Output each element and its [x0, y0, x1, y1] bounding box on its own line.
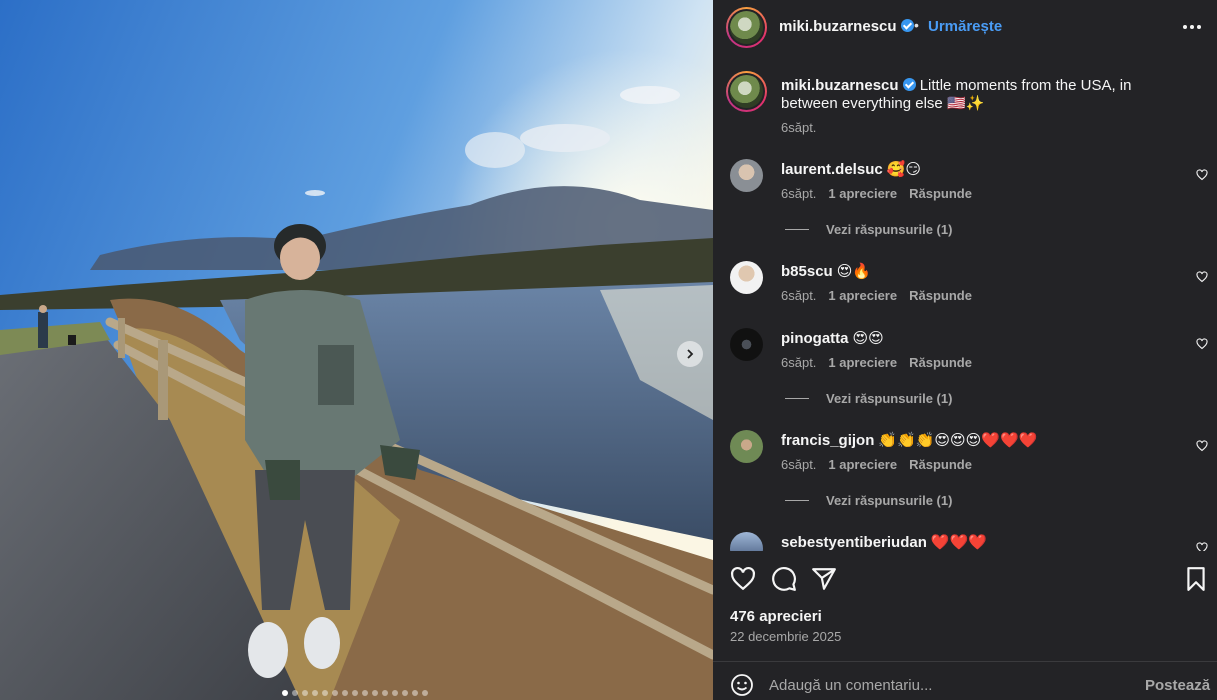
- heart-icon[interactable]: [1196, 440, 1208, 452]
- carousel-dot: [292, 690, 298, 696]
- view-replies-button[interactable]: Vezi răspunsurile (1): [785, 493, 952, 508]
- reply-button[interactable]: Răspunde: [909, 355, 972, 370]
- view-replies-button[interactable]: Vezi răspunsurile (1): [785, 391, 952, 406]
- comment-text: b85scu 😍🔥: [781, 263, 872, 280]
- comment-avatar[interactable]: [730, 430, 763, 463]
- carousel-dot: [282, 690, 288, 696]
- comment-icon[interactable]: [771, 566, 797, 592]
- carousel-dot: [312, 690, 318, 696]
- post-header: miki.buzarnescu • Urmărește: [713, 0, 1217, 54]
- carousel-dot: [372, 690, 378, 696]
- comment-username[interactable]: pinogatta: [781, 330, 849, 347]
- likes-count[interactable]: 476 aprecieri: [730, 608, 822, 625]
- view-replies-button[interactable]: Vezi răspunsurile (1): [785, 222, 952, 237]
- caption-username[interactable]: miki.buzarnescu: [781, 77, 916, 94]
- heart-icon[interactable]: [1196, 271, 1208, 283]
- bookmark-icon[interactable]: [1183, 566, 1209, 592]
- post-actions: 476 aprecieri 22 decembrie 2025: [713, 551, 1217, 661]
- comment-meta: 6săpt. 1 apreciere Răspunde: [781, 288, 972, 303]
- carousel-dot: [402, 690, 408, 696]
- carousel-dot: [352, 690, 358, 696]
- reply-button[interactable]: Răspunde: [909, 288, 972, 303]
- author-avatar[interactable]: [726, 7, 767, 48]
- comment-meta: 6săpt. 1 apreciere Răspunde: [781, 186, 972, 201]
- comment-text: francis_gijon 👏👏👏😍😍😍❤️❤️❤️: [781, 432, 1038, 449]
- follow-button[interactable]: Urmărește: [928, 18, 1002, 35]
- comment-time: 6săpt.: [781, 288, 817, 303]
- comment-likes[interactable]: 1 apreciere: [828, 186, 897, 201]
- more-options-icon[interactable]: [1183, 12, 1201, 35]
- carousel-dot: [392, 690, 398, 696]
- comment-meta: 6săpt. 1 apreciere Răspunde: [781, 355, 972, 370]
- comment-avatar[interactable]: [730, 532, 763, 551]
- comment-meta: 6săpt. 1 apreciere Răspunde: [781, 457, 972, 472]
- caption: miki.buzarnescu Little moments from the …: [781, 77, 1191, 113]
- comment-time: 6săpt.: [781, 186, 817, 201]
- comment-likes[interactable]: 1 apreciere: [828, 355, 897, 370]
- author-username[interactable]: miki.buzarnescu: [779, 18, 914, 35]
- send-icon[interactable]: [811, 566, 837, 592]
- header-separator: •: [914, 17, 919, 33]
- verified-icon: [900, 19, 914, 32]
- comments-list[interactable]: miki.buzarnescu Little moments from the …: [713, 54, 1217, 551]
- comment-text: sebestyentiberiudan ❤️❤️❤️: [781, 534, 987, 551]
- carousel-dot: [422, 690, 428, 696]
- comment-composer: Postează: [713, 661, 1217, 700]
- carousel-dot: [342, 690, 348, 696]
- carousel-dot: [332, 690, 338, 696]
- heart-icon[interactable]: [1196, 169, 1208, 181]
- comment-username[interactable]: laurent.delsuc: [781, 161, 883, 178]
- comment-likes[interactable]: 1 apreciere: [828, 457, 897, 472]
- comment-avatar[interactable]: [730, 159, 763, 192]
- comment-username[interactable]: francis_gijon: [781, 432, 874, 449]
- caption-time: 6săpt.: [781, 120, 817, 135]
- post-side-panel: miki.buzarnescu • Urmărește miki.buzarne…: [713, 0, 1217, 700]
- photo-scene: [0, 0, 713, 700]
- next-slide-button[interactable]: [677, 341, 703, 367]
- heart-icon[interactable]: [1196, 542, 1208, 551]
- comment-username[interactable]: b85scu: [781, 263, 833, 280]
- comment-likes[interactable]: 1 apreciere: [828, 288, 897, 303]
- carousel-dot: [412, 690, 418, 696]
- post-date: 22 decembrie 2025: [730, 629, 842, 644]
- comment-text: pinogatta 😍😍: [781, 330, 884, 347]
- comment-username[interactable]: sebestyentiberiudan: [781, 534, 927, 551]
- carousel-dot: [382, 690, 388, 696]
- carousel-dot: [302, 690, 308, 696]
- comment-time: 6săpt.: [781, 457, 817, 472]
- caption-avatar[interactable]: [726, 71, 767, 112]
- carousel-dot: [322, 690, 328, 696]
- post-photo[interactable]: [0, 0, 713, 700]
- emoji-icon[interactable]: [730, 673, 754, 697]
- reply-button[interactable]: Răspunde: [909, 457, 972, 472]
- comment-time: 6săpt.: [781, 355, 817, 370]
- comment-avatar[interactable]: [730, 328, 763, 361]
- reply-button[interactable]: Răspunde: [909, 186, 972, 201]
- carousel-dots: [282, 690, 428, 696]
- carousel-dot: [362, 690, 368, 696]
- comment-text: laurent.delsuc 🥰😏: [781, 161, 922, 178]
- heart-icon[interactable]: [1196, 338, 1208, 350]
- post-comment-button[interactable]: Postează: [1145, 677, 1210, 694]
- comment-avatar[interactable]: [730, 261, 763, 294]
- verified-icon: [902, 78, 916, 91]
- heart-icon[interactable]: [730, 566, 756, 592]
- comment-input[interactable]: [769, 670, 1129, 700]
- chevron-right-icon: [687, 349, 694, 359]
